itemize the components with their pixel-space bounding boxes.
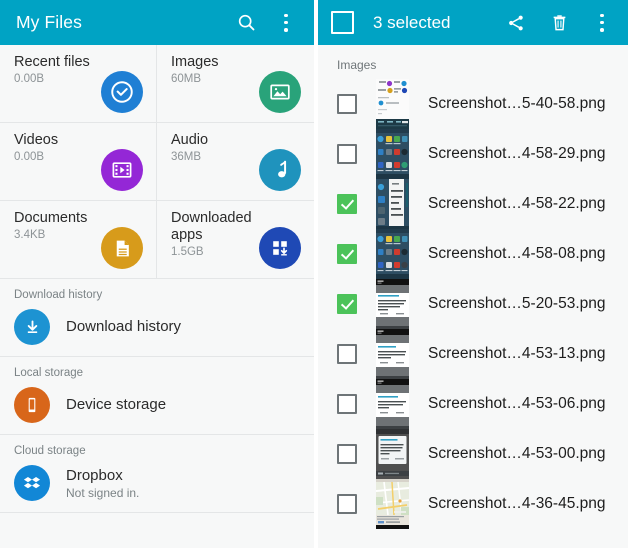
list-item[interactable]: Screenshot…4-53-13.png: [318, 329, 628, 379]
document-icon: [101, 227, 143, 269]
image-icon: [259, 71, 301, 113]
more-vert-icon[interactable]: [590, 11, 614, 35]
thumbnail: [376, 379, 409, 429]
row-checkbox[interactable]: [337, 294, 357, 314]
dropbox-icon: [14, 465, 50, 501]
thumbnail: [376, 329, 409, 379]
category-videos[interactable]: Videos 0.00B: [0, 123, 157, 201]
file-name: Screenshot…4-53-13.png: [428, 345, 606, 362]
image-selection-panel: 3 selected Images Screenshot…5-40-58.png…: [314, 0, 628, 548]
download-circle-icon: [14, 309, 50, 345]
row-text: Device storage: [66, 396, 166, 414]
row-dropbox[interactable]: Dropbox Not signed in.: [0, 460, 314, 512]
list-item[interactable]: Screenshot…4-58-08.png: [318, 229, 628, 279]
thumbnail: [376, 229, 409, 279]
category-audio[interactable]: Audio 36MB: [157, 123, 314, 201]
row-checkbox[interactable]: [337, 344, 357, 364]
thumbnail: [376, 129, 409, 179]
row-download-history[interactable]: Download history: [0, 304, 314, 356]
section-download-history: Download history Download history: [0, 279, 314, 357]
dual-pane-screenshot: My Files Recent files 0.00B Images 60MB …: [0, 0, 628, 548]
thumbnail: [376, 479, 409, 529]
category-grid: Recent files 0.00B Images 60MB Videos 0.…: [0, 45, 314, 279]
row-checkbox[interactable]: [337, 444, 357, 464]
list-item[interactable]: Screenshot…4-53-06.png: [318, 379, 628, 429]
category-name: Recent files: [14, 54, 90, 70]
category-name: Images: [171, 54, 219, 70]
row-checkbox[interactable]: [337, 394, 357, 414]
section-header: Download history: [14, 289, 103, 301]
file-name: Screenshot…4-53-00.png: [428, 445, 606, 462]
row-title: Dropbox: [66, 466, 123, 484]
thumbnail: [376, 79, 409, 129]
my-files-appbar: My Files: [0, 0, 314, 45]
trash-icon[interactable]: [547, 11, 571, 35]
music-note-icon: [259, 149, 301, 191]
row-checkbox[interactable]: [337, 94, 357, 114]
selected-count-label: 3 selected: [373, 12, 451, 32]
my-files-panel: My Files Recent files 0.00B Images 60MB …: [0, 0, 314, 548]
category-name: Downloaded apps: [171, 210, 252, 243]
category-images[interactable]: Images 60MB: [157, 45, 314, 123]
thumbnail: [376, 179, 409, 229]
file-name: Screenshot…4-58-22.png: [428, 195, 606, 212]
list-section-label: Images: [318, 45, 628, 79]
category-recent-files[interactable]: Recent files 0.00B: [0, 45, 157, 123]
section-cloud-storage: Cloud storage Dropbox Not signed in.: [0, 435, 314, 513]
list-item[interactable]: Screenshot…5-20-53.png: [318, 279, 628, 329]
thumbnail: [376, 279, 409, 329]
list-item[interactable]: Screenshot…4-58-29.png: [318, 129, 628, 179]
phone-icon: [14, 387, 50, 423]
file-name: Screenshot…4-53-06.png: [428, 395, 606, 412]
section-header: Cloud storage: [14, 445, 86, 457]
category-documents[interactable]: Documents 3.4KB: [0, 201, 157, 279]
file-name: Screenshot…4-58-29.png: [428, 145, 606, 162]
category-downloaded-apps[interactable]: Downloaded apps 1.5GB: [157, 201, 314, 279]
file-name: Screenshot…4-36-45.png: [428, 495, 606, 512]
share-icon[interactable]: [504, 11, 528, 35]
search-icon[interactable]: [234, 11, 258, 35]
row-text: Download history: [66, 318, 181, 336]
appbar-actions: [234, 11, 298, 35]
file-name: Screenshot…5-40-58.png: [428, 95, 606, 112]
video-film-icon: [101, 149, 143, 191]
select-all-checkbox[interactable]: [331, 11, 354, 34]
row-checkbox[interactable]: [337, 494, 357, 514]
recent-clock-icon: [101, 71, 143, 113]
row-checkbox[interactable]: [337, 194, 357, 214]
page-title: My Files: [16, 12, 82, 32]
row-text: Dropbox Not signed in.: [66, 467, 139, 500]
row-checkbox[interactable]: [337, 144, 357, 164]
apps-download-icon: [259, 227, 301, 269]
row-device-storage[interactable]: Device storage: [0, 382, 314, 434]
file-list: Screenshot…5-40-58.png Screenshot…4-58-2…: [318, 79, 628, 529]
category-name: Audio: [171, 132, 209, 148]
selection-appbar: 3 selected: [318, 0, 628, 45]
row-title: Download history: [66, 318, 182, 335]
more-vert-icon[interactable]: [274, 11, 298, 35]
list-item[interactable]: Screenshot…4-36-45.png: [318, 479, 628, 529]
row-subtitle: Not signed in.: [66, 485, 140, 500]
thumbnail: [376, 429, 409, 479]
list-item[interactable]: Screenshot…5-40-58.png: [318, 79, 628, 129]
category-name: Videos: [14, 132, 59, 148]
file-name: Screenshot…5-20-53.png: [428, 295, 606, 312]
row-title: Device storage: [66, 396, 167, 413]
selection-actions: [504, 11, 614, 35]
row-checkbox[interactable]: [337, 244, 357, 264]
section-local-storage: Local storage Device storage: [0, 357, 314, 435]
list-item[interactable]: Screenshot…4-53-00.png: [318, 429, 628, 479]
section-header: Local storage: [14, 367, 84, 379]
category-name: Documents: [14, 210, 88, 226]
file-name: Screenshot…4-58-08.png: [428, 245, 606, 262]
list-item[interactable]: Screenshot…4-58-22.png: [318, 179, 628, 229]
